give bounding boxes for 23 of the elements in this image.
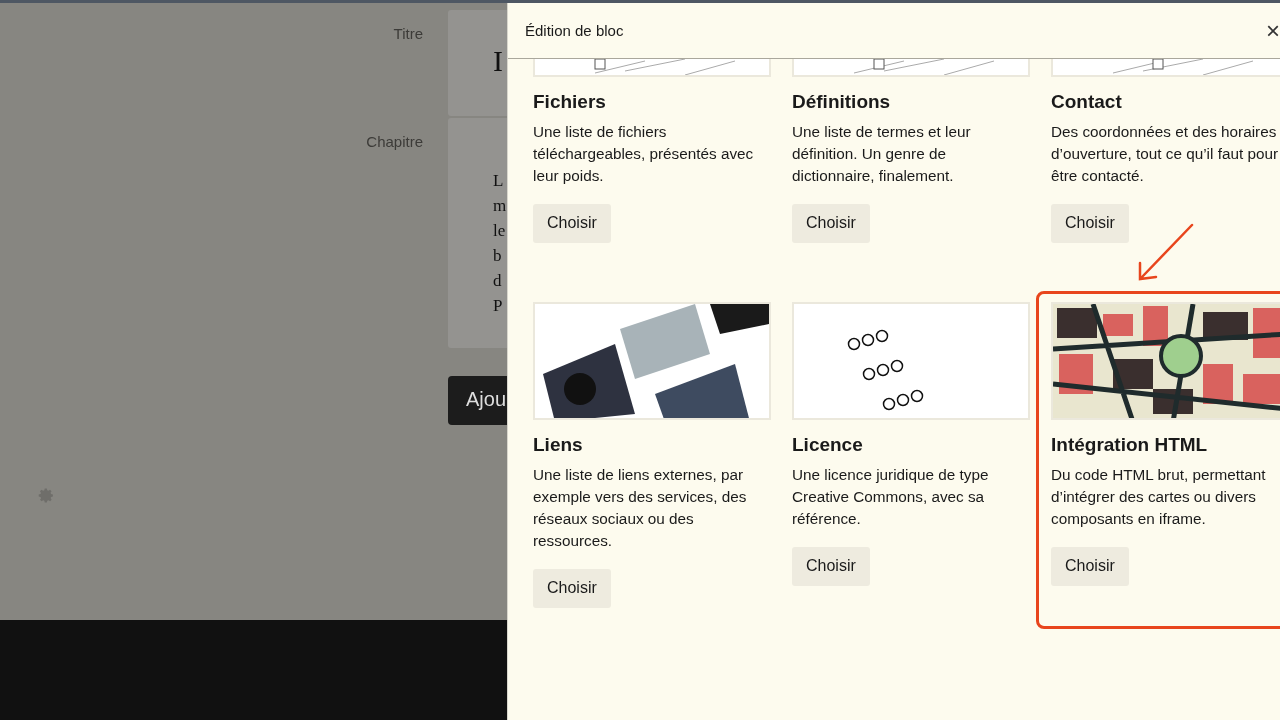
- choose-button[interactable]: Choisir: [533, 569, 611, 608]
- choose-button[interactable]: Choisir: [1051, 547, 1129, 586]
- choose-button[interactable]: Choisir: [792, 204, 870, 243]
- block-description: Du code HTML brut, permettant d’intégrer des cartes ou divers composants en iframe.: [1051, 465, 1267, 529]
- choose-button[interactable]: Choisir: [792, 547, 870, 586]
- panel-title: Édition de bloc: [525, 22, 624, 39]
- block-description: Une liste de liens externes, par exemple vers des services, des réseaux sociaux ou des ressources.: [533, 465, 748, 551]
- block-description: Une liste de termes et leur définition. Un genre de dictionnaire, finalement.: [792, 122, 972, 186]
- close-button[interactable]: ×: [1266, 18, 1280, 43]
- block-title: Contact: [1051, 90, 1123, 114]
- choose-button[interactable]: Choisir: [533, 204, 611, 243]
- block-title: Liens: [533, 433, 584, 457]
- field-label: Titre: [392, 24, 423, 44]
- block-title: Définitions: [792, 90, 892, 114]
- block-description: Des coordonnées et des horaires d’ouverture, tout ce qu’il faut pour être contacté.: [1051, 122, 1280, 186]
- block-title: Intégration HTML: [1051, 433, 1209, 457]
- block-title: Fichiers: [533, 90, 607, 114]
- block-description: Une liste de fichiers téléchargeables, présentés avec leur poids.: [533, 122, 755, 186]
- field-label: Chapitre: [365, 132, 423, 152]
- choose-button[interactable]: Choisir: [1051, 204, 1129, 243]
- block-description: Une licence juridique de type Creative Commons, avec sa référence.: [792, 465, 990, 529]
- settings-icon[interactable]: [38, 487, 55, 504]
- block-title: Licence: [792, 433, 864, 457]
